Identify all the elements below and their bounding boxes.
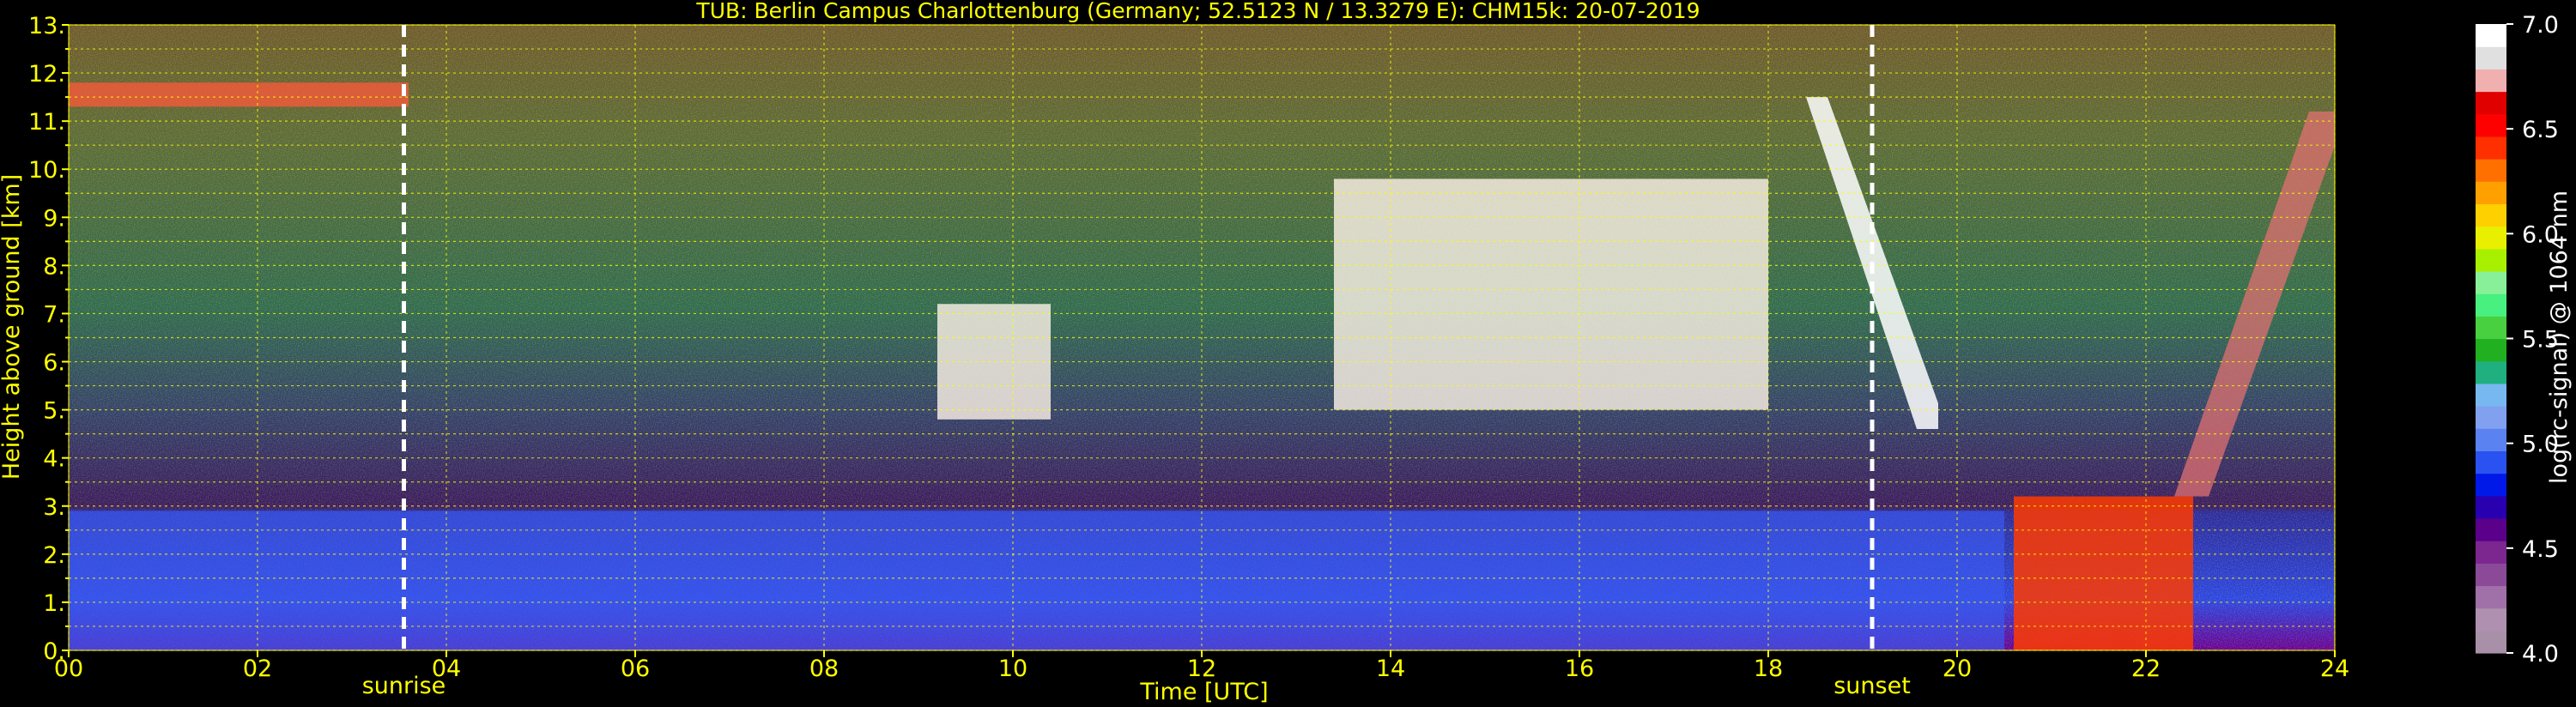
colorbar-segment: [2476, 541, 2506, 564]
colorbar-segment: [2476, 495, 2506, 519]
colorbar-segment: [2476, 517, 2506, 541]
y-tick-label: 9.: [43, 205, 65, 232]
x-tick-label: 22: [2131, 656, 2161, 682]
y-tick-label: 0.: [43, 638, 65, 665]
x-tick-label: 02: [243, 656, 272, 682]
colorbar-segment: [2476, 248, 2506, 272]
y-tick-label: 12.: [28, 61, 65, 88]
colorbar-tick-label: 4.5: [2522, 536, 2559, 563]
x-tick-label: 08: [809, 656, 839, 682]
colorbar-segment: [2476, 270, 2506, 294]
colorbar-segment: [2476, 181, 2506, 205]
x-axis-label: Time [UTC]: [1139, 679, 1268, 705]
x-tick-label: 24: [2320, 656, 2349, 682]
y-tick-label: 10.: [28, 157, 65, 184]
colorbar-tick-label: 6.5: [2522, 117, 2559, 143]
colorbar: [2476, 24, 2506, 654]
colorbar-segment: [2476, 338, 2506, 362]
colorbar-segment: [2476, 360, 2506, 384]
colorbar-segment: [2476, 91, 2506, 115]
sunset-label: sunset: [1834, 673, 1911, 699]
colorbar-segment: [2476, 316, 2506, 340]
y-tick-label: 2.: [43, 542, 65, 569]
y-tick-label: 1.: [43, 590, 65, 617]
x-tick-label: 06: [621, 656, 650, 682]
feature-cirrus: [1334, 178, 1768, 410]
x-tick-label: 10: [998, 656, 1027, 682]
colorbar-segment: [2476, 24, 2506, 47]
x-tick-label: 20: [1943, 656, 1972, 682]
colorbar-segment: [2476, 428, 2506, 451]
colorbar-segment: [2476, 406, 2506, 429]
colorbar-label: log(rc-signal) @ 1064 nm: [2546, 190, 2573, 484]
y-tick-label: 11.: [28, 109, 65, 136]
colorbar-segment: [2476, 630, 2506, 654]
colorbar-segment: [2476, 450, 2506, 474]
feature-low-cloud: [2014, 496, 2193, 650]
colorbar-segment: [2476, 383, 2506, 407]
y-axis: 0. 1. 2. 3. 4. 5. 6. 7. 8. 9. 10. 11. 12. 13.: [28, 13, 69, 665]
colorbar-segment: [2476, 563, 2506, 587]
colorbar-segment: [2476, 226, 2506, 250]
colorbar-segment: [2476, 113, 2506, 137]
x-tick-label: 14: [1376, 656, 1405, 682]
y-tick-label: 13.: [28, 13, 65, 39]
colorbar-segment: [2476, 607, 2506, 631]
plot-area: [68, 24, 2336, 651]
colorbar-segment: [2476, 473, 2506, 497]
colorbar-segment: [2476, 159, 2506, 182]
colorbar-segment: [2476, 46, 2506, 69]
x-tick-label: 16: [1565, 656, 1594, 682]
y-tick-label: 3.: [43, 494, 65, 521]
y-tick-label: 6.: [43, 350, 65, 377]
x-tick-label: 18: [1754, 656, 1783, 682]
annotation-labels: sunrise sunset: [362, 673, 1911, 699]
y-tick-label: 4.: [43, 446, 65, 473]
colorbar-segment: [2476, 293, 2506, 317]
y-tick-label: 5.: [43, 398, 65, 425]
colorbar-tick-label: 7.0: [2522, 12, 2559, 39]
sunrise-label: sunrise: [362, 673, 446, 699]
colorbar-segment: [2476, 136, 2506, 160]
colorbar-tick-label: 4.0: [2522, 641, 2559, 668]
colorbar-segment: [2476, 203, 2506, 227]
y-tick-label: 8.: [43, 253, 65, 280]
colorbar-segment: [2476, 585, 2506, 609]
feature-boundary-layer: [69, 511, 2004, 650]
y-axis-label: Height above ground [km]: [0, 174, 25, 480]
lidar-quicklook-chart: TUB: Berlin Campus Charlottenburg (Germa…: [0, 0, 2573, 705]
y-tick-label: 7.: [43, 301, 65, 328]
colorbar-segment: [2476, 69, 2506, 93]
chart-title: TUB: Berlin Campus Charlottenburg (Germa…: [695, 0, 1700, 23]
feature-elevated-layer: [69, 82, 409, 107]
